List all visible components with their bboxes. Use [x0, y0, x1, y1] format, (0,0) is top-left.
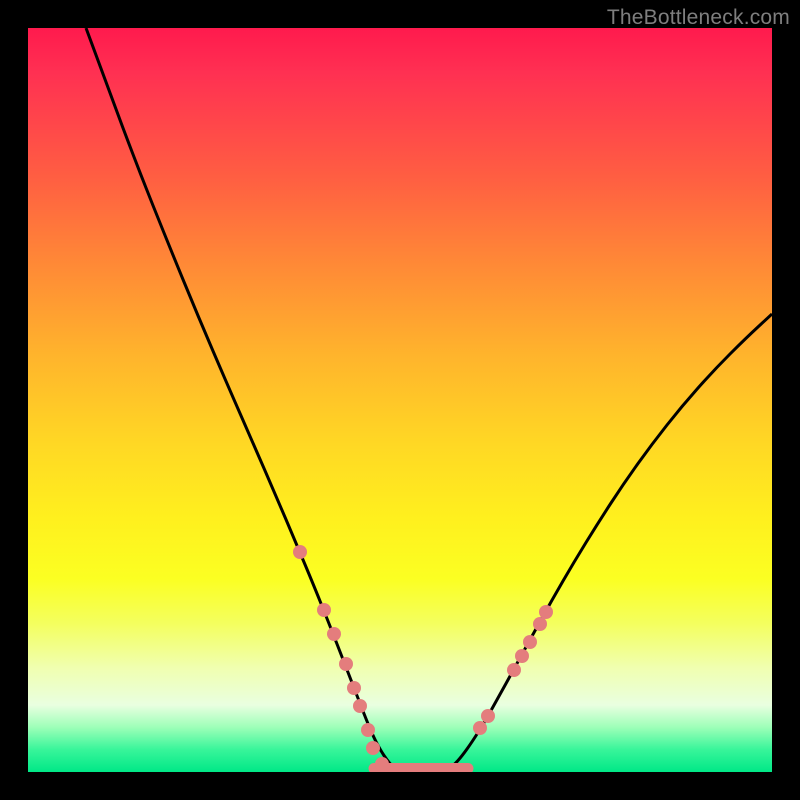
- data-marker: [539, 605, 553, 619]
- plot-area: [28, 28, 772, 772]
- data-marker: [339, 657, 353, 671]
- data-marker: [347, 681, 361, 695]
- data-marker: [327, 627, 341, 641]
- data-marker: [375, 757, 389, 771]
- data-marker: [353, 699, 367, 713]
- data-marker: [366, 741, 380, 755]
- data-marker: [515, 649, 529, 663]
- data-marker: [473, 721, 487, 735]
- data-marker: [481, 709, 495, 723]
- data-marker: [507, 663, 521, 677]
- watermark-label: TheBottleneck.com: [607, 6, 790, 30]
- data-marker: [523, 635, 537, 649]
- data-marker: [293, 545, 307, 559]
- data-marker: [533, 617, 547, 631]
- data-marker: [317, 603, 331, 617]
- series-right-arm: [448, 314, 772, 770]
- data-marker: [361, 723, 375, 737]
- chart-svg: [28, 28, 772, 772]
